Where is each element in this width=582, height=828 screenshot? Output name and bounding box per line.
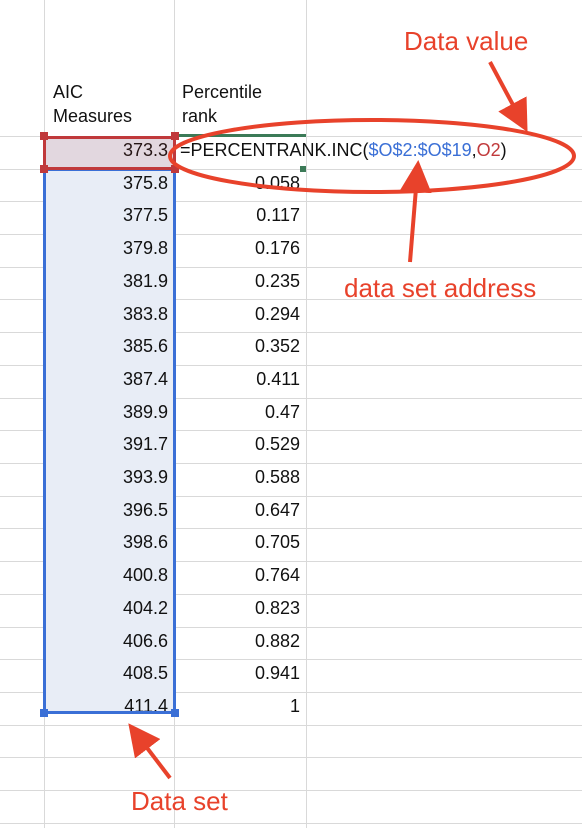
annotation-overlay [128, 61, 576, 780]
data-value-label: Data value [404, 26, 529, 56]
data-set-address-arrow [399, 160, 432, 263]
data-set-address-label: data set address [344, 273, 537, 303]
formula-circle [168, 118, 576, 194]
data-set-arrow [128, 723, 172, 780]
data-value-arrow [488, 61, 528, 133]
spreadsheet-grid[interactable]: AIC Measures Percentile rank 373.3 375.8 3… [0, 0, 582, 828]
data-set-label: Data set [131, 786, 228, 816]
